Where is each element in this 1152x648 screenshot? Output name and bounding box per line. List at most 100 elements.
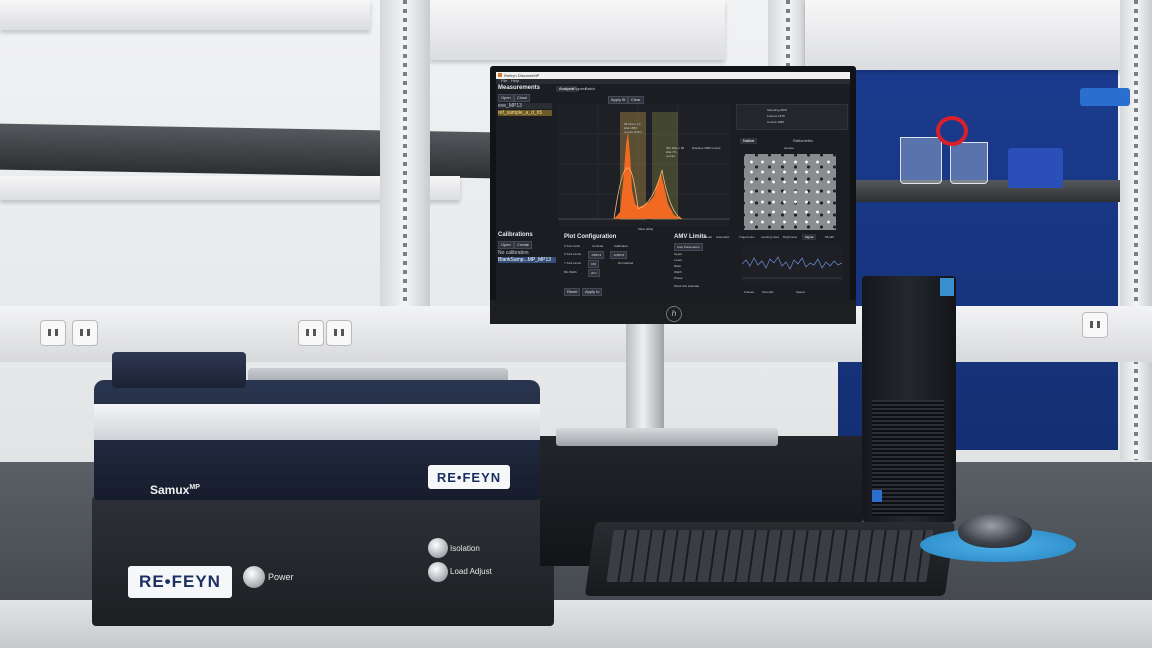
x-axis-units-label: X Axis Units <box>564 244 581 248</box>
bin-width-input[interactable]: 20.1 <box>588 269 600 277</box>
open-measurement-button[interactable]: Open <box>498 94 514 102</box>
top-shelf-left <box>0 0 370 30</box>
amv-limits-panel: AMV Limits Manual Automatic Auto Paramet… <box>672 234 734 298</box>
amv-row-label: Upper <box>674 252 683 256</box>
apply-to-button[interactable]: Apply to <box>582 288 603 296</box>
top-shelf-right <box>805 0 1152 70</box>
calibration-item[interactable]: No calibration <box>498 250 556 256</box>
socket-icon <box>40 320 66 346</box>
amv-row-label: Width <box>674 270 682 274</box>
footer-speed[interactable]: Speed <box>796 290 805 294</box>
tab-native[interactable]: Native <box>740 138 758 144</box>
title-bar: Refeyn DiscoverMP <box>496 72 850 79</box>
mode-manual[interactable]: Manual <box>702 235 712 239</box>
y-axis-limits-label: Y Axis Limits <box>564 261 581 265</box>
load-adjust-label: Load Adjust <box>450 567 492 576</box>
amv-row-label: Lower <box>674 258 683 262</box>
x-limit-max-input[interactable]: -9,983.8 <box>610 251 628 259</box>
mass-histogram <box>558 104 730 226</box>
measurement-item[interactable]: eve_MP13 <box>498 103 552 109</box>
shelf-upright-3 <box>1120 0 1152 460</box>
plot-configuration-heading: Plot Configuration <box>564 234 617 240</box>
app-window: Refeyn DiscoverMP File Help Measurements… <box>496 72 850 300</box>
keyboard-keys <box>606 530 934 582</box>
y-limit-input[interactable]: 150 <box>588 260 600 268</box>
power-label: Power <box>268 572 294 582</box>
plot-configuration-panel: Plot Configuration X Axis Units Contrast… <box>560 234 670 298</box>
tab-landing-rates[interactable]: Landing rates <box>758 234 782 240</box>
signal-trace <box>742 244 842 284</box>
socket-icon <box>1082 312 1108 338</box>
monitor-stand-neck <box>626 322 664 434</box>
socket-icon <box>298 320 324 346</box>
histogram-xlabel: Mass [kDa] <box>638 227 654 231</box>
instrument-logo-text: RE•FEYN <box>436 469 502 485</box>
isolation-knob[interactable] <box>428 538 448 558</box>
shelf-upright-1 <box>380 0 430 310</box>
stat-sampling: Sampling 4870 <box>767 108 788 112</box>
reset-button[interactable]: Reset <box>564 288 581 296</box>
apply-fit-button[interactable]: Apply fit <box>608 96 629 104</box>
mouse[interactable] <box>958 514 1032 548</box>
model-superscript: MP <box>189 484 200 491</box>
normalized-label[interactable]: Normalized <box>618 261 633 265</box>
peak-annotation-2: 481 kDa σ 38 kDa 7% counts <box>666 146 685 158</box>
load-adjust-knob[interactable] <box>428 562 448 582</box>
top-shelf-mid <box>430 0 725 60</box>
menu-help[interactable]: Help <box>508 78 522 84</box>
tip-box <box>1080 88 1130 106</box>
clear-button[interactable]: Clear <box>628 96 644 104</box>
footer-seconds[interactable]: Seconds <box>762 290 774 294</box>
microscopy-image <box>744 154 836 230</box>
calibrations-panel: Calibrations Open Create No calibration … <box>498 232 558 272</box>
amv-row-label: Phase <box>674 276 683 280</box>
stat-counts: Counts 3580 <box>767 120 785 124</box>
bin-width-label: Bin Width <box>564 270 577 274</box>
measurements-heading: Measurements <box>498 85 541 91</box>
base-logo-text: RE•FEYN <box>139 572 221 591</box>
measurement-item-selected[interactable]: ref_sample_a_d_h5 <box>498 110 552 116</box>
close-measurement-button[interactable]: Close <box>514 94 531 102</box>
tab-mindiff[interactable]: Mindiff <box>822 234 837 240</box>
socket-icon <box>72 320 98 346</box>
stat-frames: Frames 1678 <box>767 114 785 118</box>
tower-vent <box>872 400 944 516</box>
beaker <box>950 142 988 184</box>
hp-logo: ℎ <box>666 306 682 322</box>
image-caption: sample <box>784 146 794 150</box>
amv-footer[interactable]: Show this estimate <box>674 284 699 288</box>
instrument-top-module <box>112 352 246 388</box>
app-icon <box>498 73 502 77</box>
units-option-contrast[interactable]: Contrast <box>592 244 603 248</box>
create-calibration-button[interactable]: Create <box>514 241 533 249</box>
units-option-calibrated[interactable]: Calibrated <box>614 244 628 248</box>
tab-batch[interactable]: Batch <box>582 86 598 92</box>
peak-annotation-1: 99 kDa σ 10 kDa 1580 counts (43%) <box>624 122 642 134</box>
socket-icon <box>326 320 352 346</box>
open-calibration-button[interactable]: Open <box>498 241 514 249</box>
instrument-model: SamuxMP <box>150 483 200 497</box>
x-limit-min-input[interactable]: -2584.9 <box>588 251 605 259</box>
tower-accent <box>940 278 954 296</box>
tab-ratiometric[interactable]: Ratiometric <box>790 138 816 144</box>
instrument-white-band <box>94 404 540 440</box>
power-knob[interactable] <box>243 566 265 588</box>
tab-signal[interactable]: Signal <box>802 234 817 240</box>
tab-brightness[interactable]: Brightness <box>780 234 800 240</box>
stats-panel: Sampling 4870 Frames 1678 Counts 3580 <box>736 104 848 130</box>
auto-parameters-button[interactable]: Auto Parameters <box>674 243 703 251</box>
tab-trajectories[interactable]: Trajectories <box>736 234 758 240</box>
amv-row-label: Ratio <box>674 264 682 268</box>
tower-sticker <box>872 490 882 502</box>
calibrations-heading: Calibrations <box>498 232 533 238</box>
instrument-base <box>92 496 554 626</box>
mode-automatic[interactable]: Automatic <box>716 235 729 239</box>
scissors-handle <box>936 116 968 146</box>
footer-frames[interactable]: Frames <box>744 290 754 294</box>
lower-tab-bar: Trajectories Landing rates Brightness Si… <box>736 234 846 240</box>
beaker <box>900 137 942 184</box>
measurements-panel: Measurements Open Close eve_MP13 ref_sam… <box>498 85 554 225</box>
monitor-stand-base <box>556 428 778 446</box>
calibration-item-selected[interactable]: BlankSamp...MP_MP13 <box>498 257 556 263</box>
isolation-label: Isolation <box>450 544 480 553</box>
